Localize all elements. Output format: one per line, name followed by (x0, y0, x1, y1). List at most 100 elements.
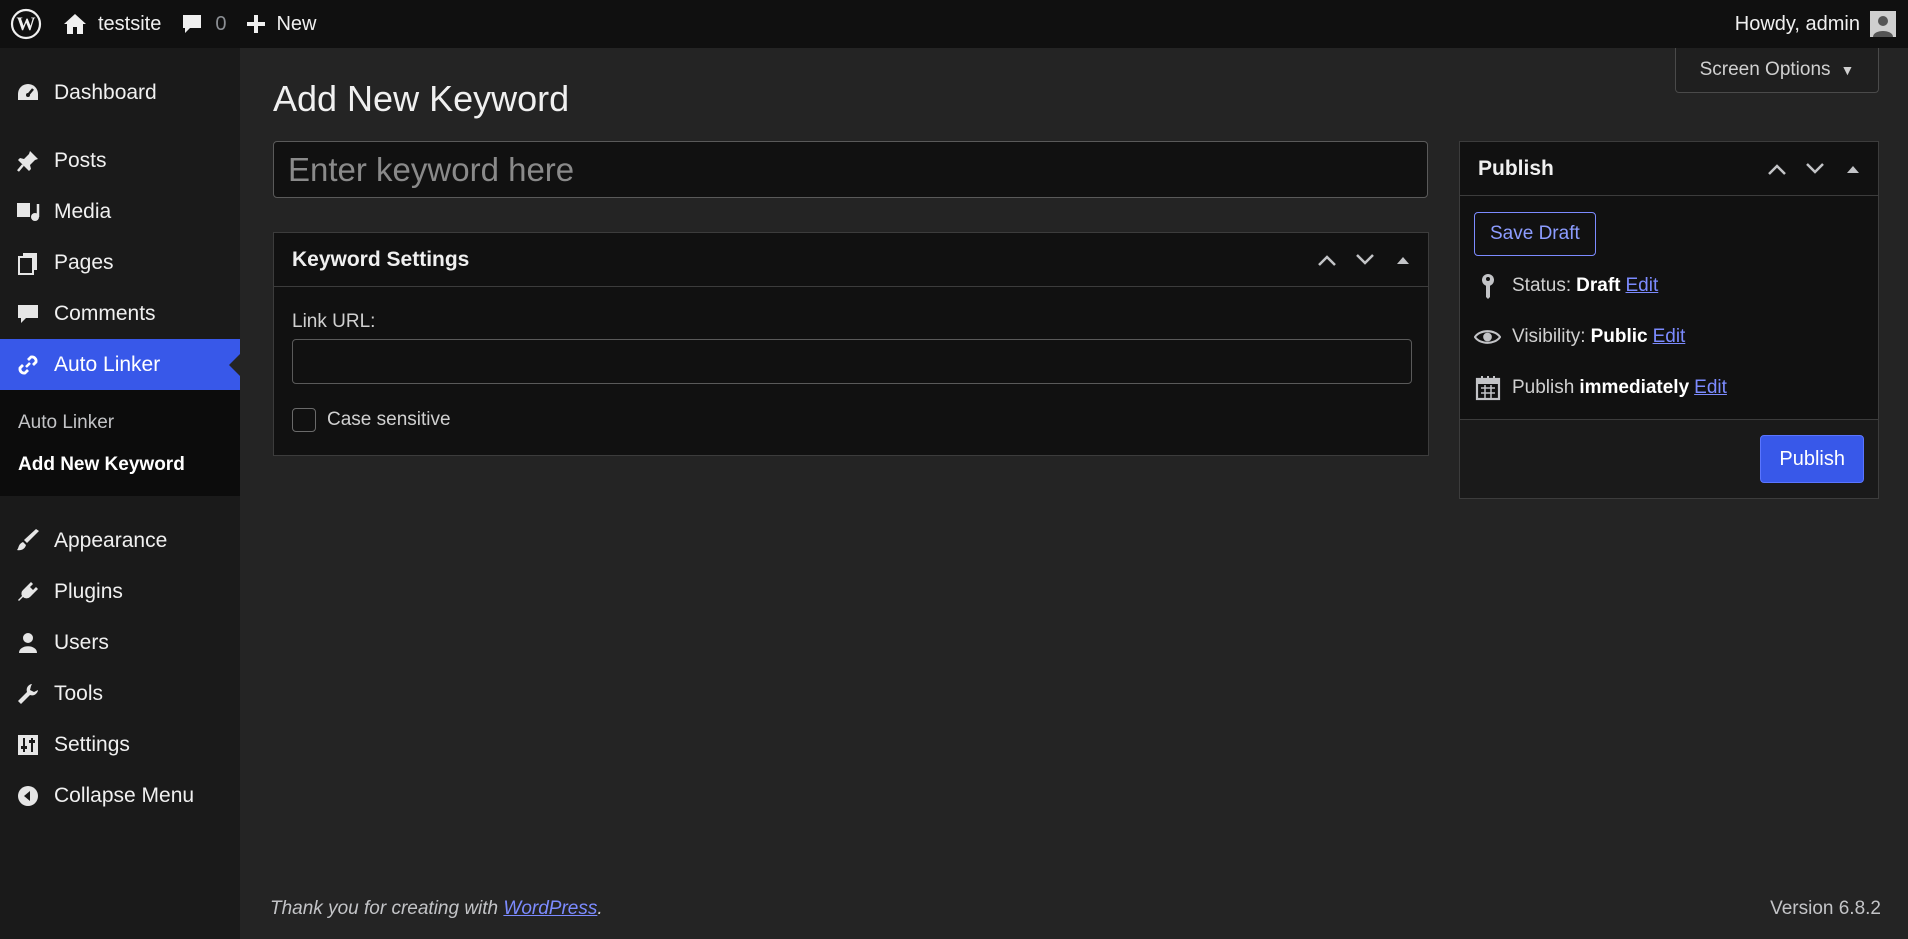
footer-version: Version 6.8.2 (1770, 898, 1881, 919)
toggle-panel-icon[interactable] (1834, 149, 1872, 189)
svg-text:W: W (17, 14, 36, 35)
publish-button[interactable]: Publish (1760, 435, 1864, 483)
publish-actions: Publish (1460, 419, 1878, 498)
sidebar-item-label: Users (54, 630, 109, 654)
calendar-icon (1474, 375, 1501, 401)
edit-status-link[interactable]: Edit (1626, 275, 1659, 297)
user-icon (14, 629, 42, 657)
admin-sidebar: Dashboard Posts Media Pages Comments Aut… (0, 48, 240, 939)
caret-down-icon: ▼ (1840, 62, 1855, 78)
publish-date-row: Publish immediately Edit (1474, 362, 1864, 413)
sidebar-item-label: Appearance (54, 528, 168, 552)
page-title: Add New Keyword (273, 78, 570, 119)
collapse-icon (14, 782, 42, 810)
brush-icon (14, 527, 42, 555)
case-sensitive-label: Case sensitive (327, 409, 451, 430)
visibility-row: Visibility: Public Edit (1474, 311, 1864, 362)
submenu-item-add-new-keyword[interactable]: Add New Keyword (0, 444, 240, 486)
sidebar-item-tools[interactable]: Tools (0, 668, 240, 719)
move-up-icon[interactable] (1758, 149, 1796, 189)
keyword-settings-box: Keyword Settings Link URL: Case sensitiv… (273, 232, 1429, 456)
sidebar-item-settings[interactable]: Settings (0, 719, 240, 770)
sidebar-item-label: Tools (54, 681, 104, 705)
sidebar-item-label: Dashboard (54, 80, 157, 104)
home-icon (62, 12, 88, 36)
comment-bubble-icon (181, 13, 203, 35)
plus-icon (246, 14, 266, 34)
edit-visibility-link[interactable]: Edit (1653, 326, 1686, 348)
keyword-settings-header: Keyword Settings (274, 233, 1428, 287)
pin-icon (14, 147, 42, 175)
pages-icon (14, 249, 42, 277)
wrench-icon (14, 680, 42, 708)
site-name: testsite (98, 12, 162, 35)
publish-body: Save Draft Status: Draft Edit Visibility… (1460, 196, 1878, 419)
sidebar-item-posts[interactable]: Posts (0, 135, 240, 186)
dashboard-icon (14, 79, 42, 107)
visibility-value: Public (1590, 325, 1648, 347)
case-sensitive-row: Case sensitive (292, 408, 1412, 432)
auto-linker-submenu: Auto Linker Add New Keyword (0, 390, 240, 496)
status-row: Status: Draft Edit (1474, 260, 1864, 311)
sidebar-item-appearance[interactable]: Appearance (0, 515, 240, 566)
publish-box: Publish Save Draft Status: Draft Edit Vi… (1459, 141, 1879, 499)
link-url-label: Link URL: (292, 311, 376, 332)
sidebar-item-label: Pages (54, 250, 114, 274)
publish-label: Publish (1512, 376, 1575, 398)
sidebar-item-label: Posts (54, 148, 107, 172)
comments-link[interactable]: 0 (171, 0, 236, 48)
sidebar-item-media[interactable]: Media (0, 186, 240, 237)
publish-header: Publish (1460, 142, 1878, 196)
sidebar-item-label: Collapse Menu (54, 783, 195, 807)
publish-value: immediately (1579, 376, 1690, 398)
status-label: Status: (1512, 274, 1572, 296)
key-icon (1474, 273, 1501, 299)
plug-icon (14, 578, 42, 606)
sidebar-item-label: Comments (54, 301, 156, 325)
eye-icon (1474, 328, 1501, 346)
account-menu[interactable]: Howdy, admin (1735, 0, 1896, 48)
sidebar-item-users[interactable]: Users (0, 617, 240, 668)
site-name-link[interactable]: testsite (52, 0, 171, 48)
footer-thanks-suffix: . (597, 898, 603, 919)
sliders-icon (14, 731, 42, 759)
screen-options-label: Screen Options (1699, 59, 1831, 80)
sidebar-item-label: Auto Linker (54, 352, 161, 376)
sidebar-item-auto-linker[interactable]: Auto Linker (0, 339, 240, 390)
admin-bar: W testsite 0 New Howdy, admin (0, 0, 1908, 48)
footer-thanks-prefix: Thank you for creating with (270, 898, 504, 919)
sidebar-item-label: Plugins (54, 579, 123, 603)
sidebar-item-label: Settings (54, 732, 130, 756)
sidebar-item-pages[interactable]: Pages (0, 237, 240, 288)
toggle-panel-icon[interactable] (1384, 240, 1422, 280)
media-icon (14, 198, 42, 226)
wordpress-link[interactable]: WordPress (503, 898, 597, 919)
status-value: Draft (1576, 274, 1621, 296)
keyword-title-input[interactable] (273, 141, 1428, 198)
wordpress-logo-icon[interactable]: W (0, 0, 52, 48)
link-url-input[interactable] (292, 339, 1412, 384)
new-label: New (276, 12, 317, 35)
submenu-item-auto-linker[interactable]: Auto Linker (0, 402, 240, 444)
move-up-icon[interactable] (1308, 240, 1346, 280)
publish-title: Publish (1478, 156, 1554, 180)
save-draft-button[interactable]: Save Draft (1474, 212, 1596, 256)
edit-publish-date-link[interactable]: Edit (1694, 377, 1727, 399)
move-down-icon[interactable] (1796, 149, 1834, 189)
visibility-label: Visibility: (1512, 325, 1586, 347)
keyword-settings-body: Link URL: Case sensitive (274, 287, 1428, 432)
howdy-text: Howdy, admin (1734, 12, 1860, 35)
footer-thanks: Thank you for creating with WordPress. (270, 898, 603, 920)
collapse-menu-button[interactable]: Collapse Menu (0, 770, 240, 821)
sidebar-item-comments[interactable]: Comments (0, 288, 240, 339)
sidebar-item-dashboard[interactable]: Dashboard (0, 67, 240, 118)
new-content-link[interactable]: New (236, 0, 326, 48)
sidebar-item-plugins[interactable]: Plugins (0, 566, 240, 617)
avatar (1870, 11, 1896, 37)
keyword-settings-title: Keyword Settings (292, 247, 470, 271)
case-sensitive-checkbox[interactable] (292, 408, 316, 432)
link-icon (14, 351, 42, 379)
screen-options-button[interactable]: Screen Options ▼ (1675, 48, 1879, 93)
move-down-icon[interactable] (1346, 240, 1384, 280)
comment-icon (14, 300, 42, 328)
